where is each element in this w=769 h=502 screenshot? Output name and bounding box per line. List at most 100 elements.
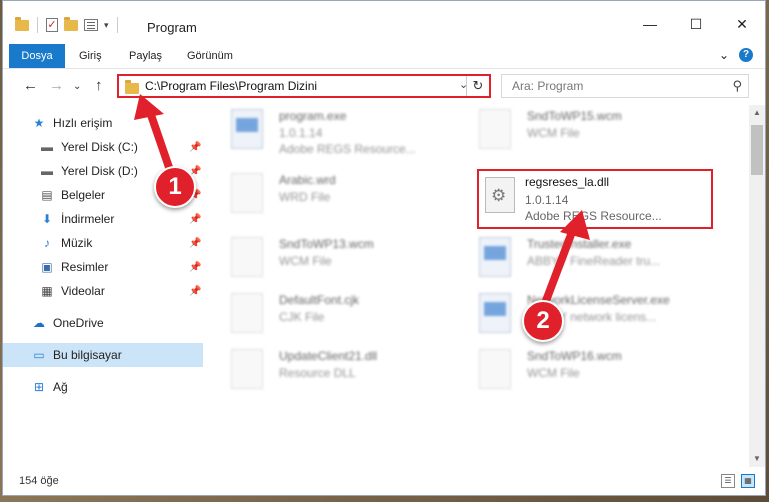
- star-icon: ★: [33, 116, 45, 130]
- drive-icon: ▬: [41, 164, 53, 178]
- list-item[interactable]: SndToWP13.wcm WCM File: [211, 233, 451, 293]
- recent-locations-icon[interactable]: ⌄: [73, 81, 81, 92]
- title-bar: ✓ ▾ Program — ☐ ✕: [3, 1, 765, 41]
- details-view-icon[interactable]: ☰: [721, 474, 735, 488]
- list-item[interactable]: program.exe 1.0.1.14 Adobe REGS Resource…: [211, 105, 451, 165]
- quick-access-toolbar: ✓ ▾: [15, 16, 120, 33]
- callout-badge-1: 1: [154, 166, 196, 208]
- pin-icon[interactable]: 📌: [189, 262, 201, 273]
- search-box[interactable]: ⚲: [501, 74, 749, 98]
- file-detail: WCM File: [279, 254, 332, 268]
- divider: [116, 17, 118, 33]
- tab-home[interactable]: Giriş: [79, 44, 102, 68]
- file-name: TrustedInstaller.exe: [527, 237, 632, 251]
- list-item[interactable]: DefaultFont.cjk CJK File: [211, 289, 451, 349]
- file-name: program.exe: [279, 109, 347, 123]
- up-arrow-icon[interactable]: ↑: [95, 77, 103, 94]
- ribbon-tabs: Dosya Giriş Paylaş Görünüm ⌄ ?: [3, 44, 765, 69]
- sidebar-item-music[interactable]: ♪ Müzik 📌: [39, 231, 203, 255]
- list-item[interactable]: NetworkLicenseServer.exe ABBYY network l…: [459, 289, 699, 349]
- sidebar-item-videos[interactable]: ▦ Videolar 📌: [39, 279, 203, 303]
- download-icon: ⬇: [41, 212, 53, 226]
- customize-toolbar-dropdown-icon[interactable]: ▾: [104, 20, 109, 31]
- sidebar-item-onedrive[interactable]: ☁ OneDrive: [31, 311, 203, 335]
- sidebar-item-label: Müzik: [61, 236, 93, 250]
- sidebar-item-this-pc[interactable]: ▭ Bu bilgisayar: [3, 343, 203, 367]
- maximize-button[interactable]: ☐: [673, 9, 719, 39]
- divider: [37, 17, 38, 33]
- scroll-up-icon[interactable]: ▲: [749, 105, 765, 121]
- window-controls: — ☐ ✕: [627, 9, 765, 39]
- help-icon[interactable]: ?: [739, 48, 753, 62]
- sidebar-item-label: Yerel Disk (C:): [61, 140, 138, 154]
- status-bar: 154 öğe ☰ ▦: [3, 469, 765, 495]
- tab-share[interactable]: Paylaş: [129, 44, 162, 68]
- refresh-icon[interactable]: ↻: [466, 76, 489, 96]
- file-name: SndToWP13.wcm: [279, 237, 374, 251]
- tab-file[interactable]: Dosya: [9, 44, 65, 68]
- sidebar-item-label: OneDrive: [53, 316, 104, 330]
- exe-file-icon: [479, 237, 511, 277]
- computer-icon: ▭: [33, 348, 45, 362]
- properties-check-icon[interactable]: ✓: [46, 18, 58, 32]
- address-bar[interactable]: C:\Program Files\Program Dizini ⌄ ↻: [117, 74, 491, 98]
- callout-badge-2: 2: [522, 300, 564, 342]
- pin-icon[interactable]: 📌: [189, 238, 201, 249]
- item-count: 154 öğe: [19, 475, 59, 487]
- back-arrow-icon[interactable]: ←: [23, 77, 38, 94]
- address-path[interactable]: C:\Program Files\Program Dizini: [145, 79, 317, 93]
- tiles-view-icon[interactable]: ▦: [741, 474, 755, 488]
- search-input[interactable]: [510, 78, 714, 94]
- file-icon: [479, 109, 511, 149]
- list-item[interactable]: TrustedInstaller.exe ABBYY FineReader tr…: [459, 233, 699, 293]
- folder-icon: [125, 80, 139, 94]
- file-name: Arabic.wrd: [279, 173, 336, 187]
- forward-arrow-icon[interactable]: →: [49, 77, 64, 94]
- sidebar-item-local-disk-c[interactable]: ▬ Yerel Disk (C:) 📌: [39, 135, 203, 159]
- drive-icon: ▬: [41, 140, 53, 154]
- network-icon: ⊞: [33, 380, 45, 394]
- file-icon: [231, 293, 263, 333]
- sidebar-item-label: Bu bilgisayar: [53, 348, 122, 362]
- sidebar-item-pictures[interactable]: ▣ Resimler 📌: [39, 255, 203, 279]
- pin-icon[interactable]: 📌: [189, 142, 201, 153]
- scroll-thumb[interactable]: [751, 125, 763, 175]
- exe-file-icon: [479, 293, 511, 333]
- pictures-icon: ▣: [41, 260, 53, 274]
- expand-ribbon-icon[interactable]: ⌄: [719, 48, 729, 62]
- file-detail: WCM File: [527, 366, 580, 380]
- minimize-button[interactable]: —: [627, 9, 673, 39]
- navigation-pane: ★ Hızlı erişim ▬ Yerel Disk (C:) 📌 ▬ Yer…: [3, 107, 203, 463]
- vertical-scrollbar[interactable]: ▲ ▼: [749, 105, 765, 467]
- close-button[interactable]: ✕: [719, 9, 765, 39]
- scroll-down-icon[interactable]: ▼: [749, 451, 765, 467]
- search-icon[interactable]: ⚲: [732, 78, 742, 94]
- sidebar-item-network[interactable]: ⊞ Ağ: [31, 375, 203, 399]
- file-detail: WCM File: [527, 126, 580, 140]
- sidebar-item-label: Yerel Disk (D:): [61, 164, 138, 178]
- file-detail: WRD File: [279, 190, 331, 204]
- window-title: Program: [147, 20, 197, 35]
- sidebar-item-downloads[interactable]: ⬇ İndirmeler 📌: [39, 207, 203, 231]
- explorer-window: ✓ ▾ Program — ☐ ✕ Dosya Giriş Paylaş Gör…: [2, 0, 766, 496]
- file-icon: [479, 349, 511, 389]
- music-icon: ♪: [44, 236, 50, 250]
- ribbon-right-controls: ⌄ ?: [719, 48, 753, 62]
- new-folder-icon[interactable]: [64, 16, 78, 31]
- pin-icon[interactable]: 📌: [189, 214, 201, 225]
- sidebar-item-label: İndirmeler: [61, 212, 115, 226]
- file-detail: Adobe REGS Resource...: [279, 142, 416, 156]
- list-item[interactable]: Arabic.wrd WRD File: [211, 169, 451, 229]
- list-item[interactable]: SndToWP16.wcm WCM File: [459, 345, 699, 405]
- tab-view[interactable]: Görünüm: [187, 44, 233, 68]
- list-item[interactable]: UpdateClient21.dll Resource DLL: [211, 345, 451, 405]
- properties-icon[interactable]: [84, 19, 98, 31]
- pin-icon[interactable]: 📌: [189, 286, 201, 297]
- file-detail: Resource DLL: [279, 366, 356, 380]
- list-item[interactable]: SndToWP15.wcm WCM File: [459, 105, 699, 165]
- sidebar-item-label: Belgeler: [61, 188, 106, 202]
- sidebar-item-quick-access[interactable]: ★ Hızlı erişim: [31, 111, 203, 135]
- file-name: SndToWP15.wcm: [527, 109, 622, 123]
- file-list: program.exe 1.0.1.14 Adobe REGS Resource…: [211, 105, 739, 465]
- folder-icon: [15, 16, 29, 31]
